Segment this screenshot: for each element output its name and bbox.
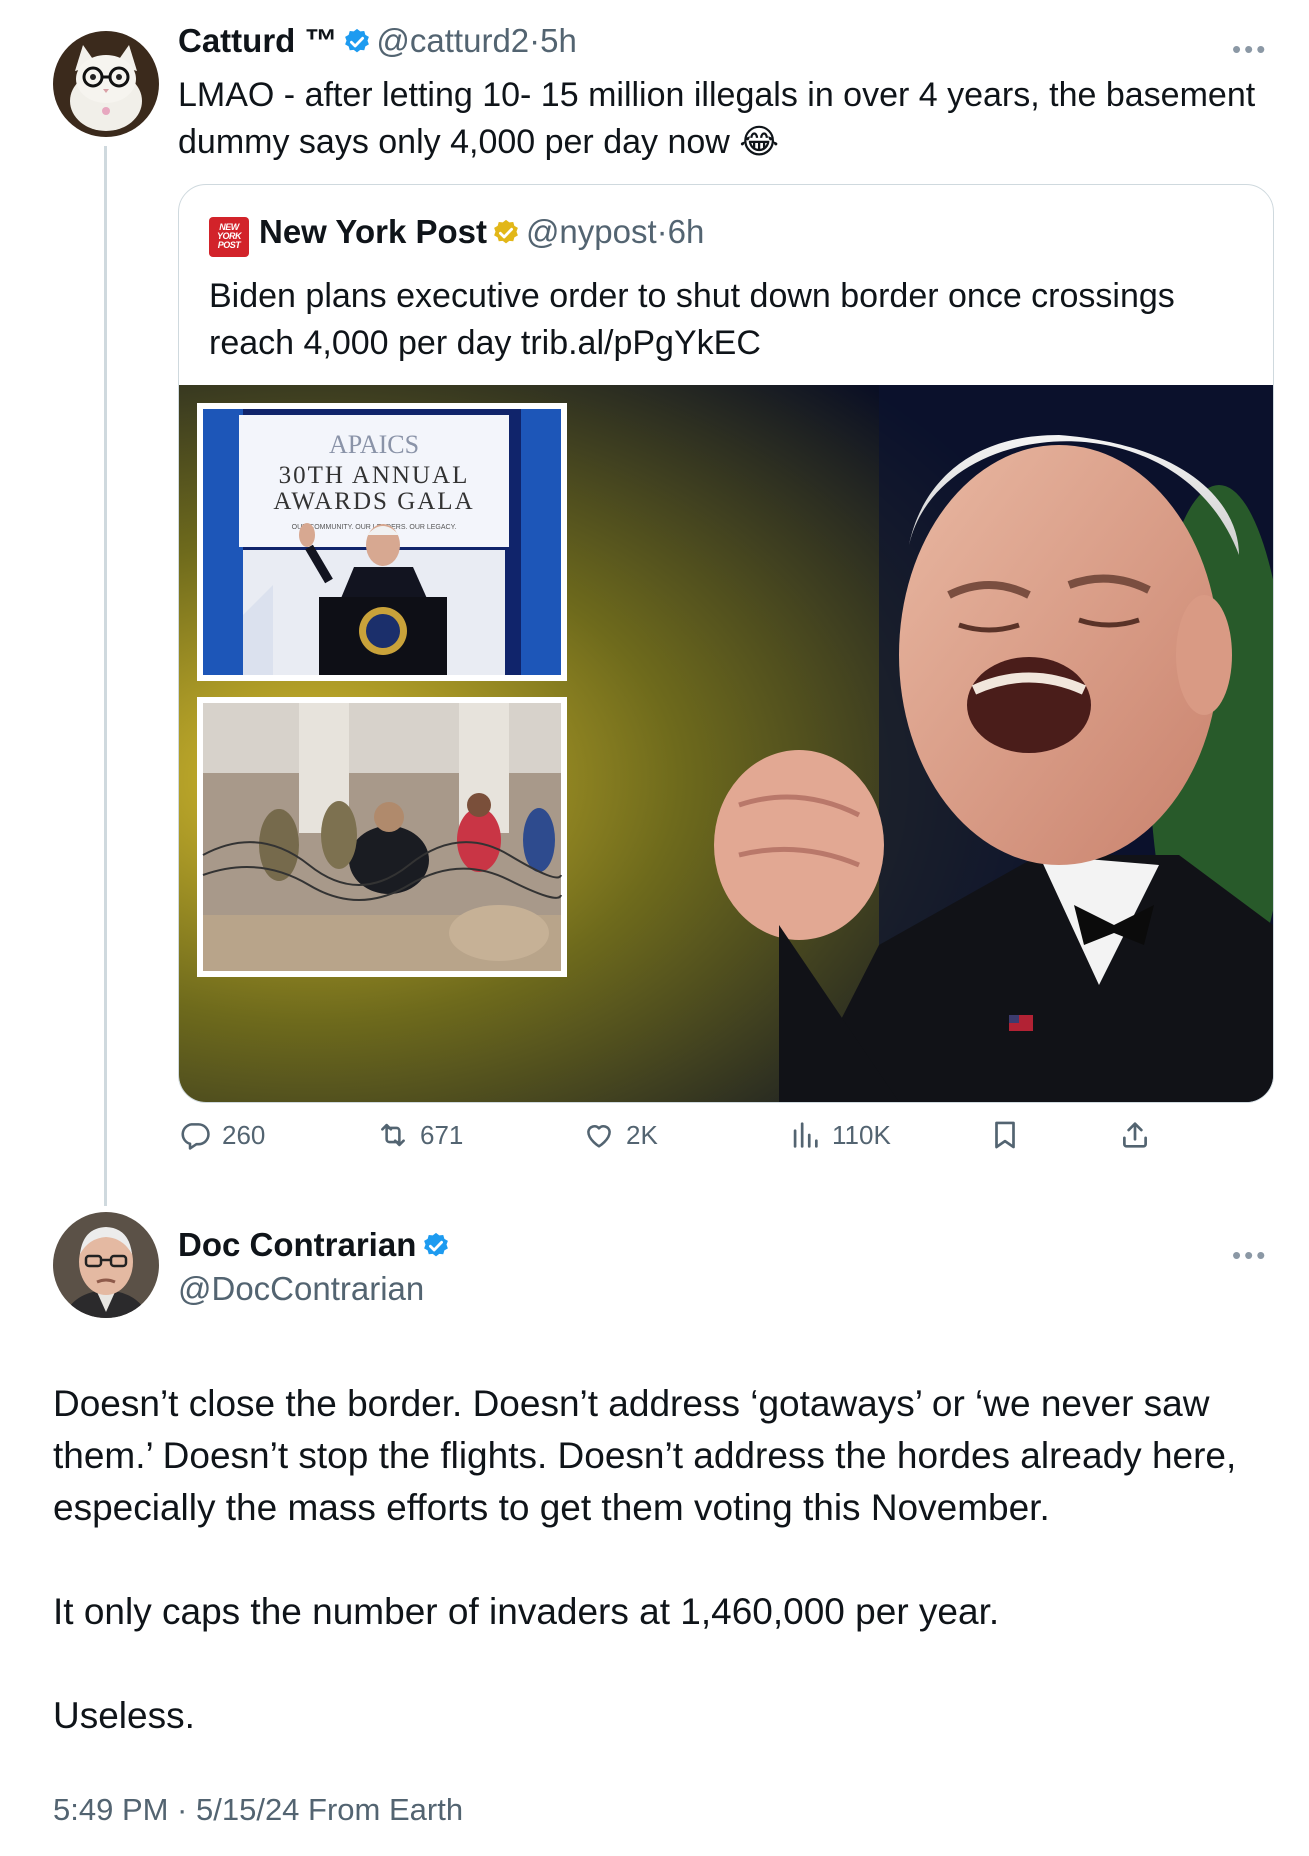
reply-timestamp[interactable]: 5:49 PM · 5/15/24 From Earth: [53, 1792, 463, 1828]
author-name[interactable]: Catturd ™: [178, 22, 338, 59]
inset-sign-line2: 30TH ANNUAL: [279, 462, 470, 489]
repost-count: 671: [420, 1119, 464, 1150]
catturd-avatar[interactable]: [53, 31, 159, 137]
tweet-header: Catturd ™ @catturd2·5h: [178, 22, 577, 60]
tweet-text: LMAO - after letting 10- 15 million ille…: [178, 72, 1268, 166]
reply-paragraph-1: Doesn’t close the border. Doesn’t addres…: [53, 1383, 1237, 1528]
reply-handle[interactable]: @DocContrarian: [178, 1270, 424, 1308]
reply-author-name-row: Doc Contrarian: [178, 1226, 451, 1264]
bookmark-button[interactable]: [988, 1118, 1022, 1152]
inset-sign-line3: AWARDS GALA: [273, 488, 474, 515]
verified-badge-icon: [421, 1231, 451, 1261]
nypost-logo-icon: NEW YORK POST: [209, 217, 249, 257]
reply-button[interactable]: 260: [178, 1118, 265, 1152]
reply-paragraph-2: It only caps the number of invaders at 1…: [53, 1591, 1000, 1632]
tweet-time[interactable]: 5h: [540, 22, 577, 59]
doc-contrarian-avatar[interactable]: [53, 1212, 159, 1318]
reply-icon: [181, 1123, 210, 1150]
like-count: 2K: [626, 1119, 658, 1150]
laughing-emoji-icon: 😂: [739, 123, 780, 161]
quoted-text: Biden plans executive order to shut down…: [209, 277, 1175, 362]
views-button[interactable]: 110K: [788, 1118, 891, 1152]
quoted-tweet-card[interactable]: NEW YORK POST New York Post @nypost·6h B…: [178, 184, 1274, 1103]
like-button[interactable]: 2K: [582, 1118, 658, 1152]
thread-connector-line: [104, 146, 107, 1206]
separator-dot: ·: [529, 22, 541, 59]
more-options-icon[interactable]: •••: [1232, 34, 1268, 65]
reply-count: 260: [222, 1119, 266, 1150]
reply-paragraph-3: Useless.: [53, 1695, 195, 1736]
quoted-author-name[interactable]: New York Post: [259, 213, 487, 250]
verified-gold-badge-icon: [491, 218, 521, 248]
quoted-handle[interactable]: @nypost: [526, 213, 657, 250]
verified-badge-icon: [342, 27, 372, 57]
views-count: 110K: [832, 1119, 891, 1150]
reply-author-name[interactable]: Doc Contrarian: [178, 1226, 416, 1263]
quoted-header: New York Post @nypost·6h: [259, 213, 705, 250]
tweet-body: LMAO - after letting 10- 15 million ille…: [178, 76, 1256, 161]
share-icon: [1123, 1122, 1147, 1148]
media-photo: APAICS 30TH ANNUAL AWARDS GALA OUR COMMU…: [179, 385, 1273, 1102]
repost-icon: [381, 1123, 405, 1147]
views-chart-icon: [793, 1122, 818, 1148]
share-button[interactable]: [1118, 1118, 1152, 1152]
inset-sign-line1: APAICS: [329, 430, 419, 459]
quoted-time[interactable]: 6h: [668, 213, 705, 250]
heart-icon: [587, 1125, 611, 1148]
bookmark-icon: [995, 1121, 1015, 1149]
repost-button[interactable]: 671: [376, 1118, 463, 1152]
author-handle[interactable]: @catturd2: [376, 22, 529, 59]
tweet-action-bar: 260 671 2K 110K: [178, 1118, 1178, 1162]
reply-more-options-icon[interactable]: •••: [1232, 1240, 1268, 1271]
quoted-media-image[interactable]: APAICS 30TH ANNUAL AWARDS GALA OUR COMMU…: [179, 385, 1273, 1102]
